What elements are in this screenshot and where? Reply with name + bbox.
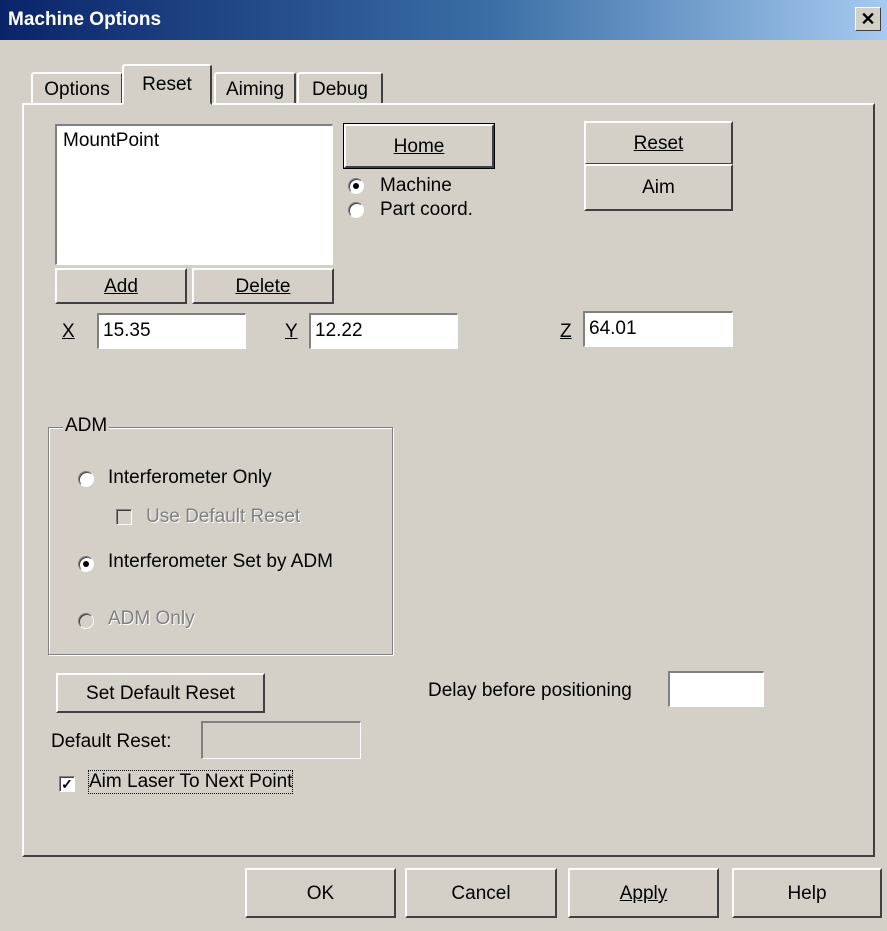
mount-point-list[interactable]: MountPoint — [55, 124, 333, 265]
use-default-reset-checkbox[interactable] — [116, 509, 132, 525]
aim-laser-label: Aim Laser To Next Point — [87, 770, 294, 794]
adm-group-title: ADM — [63, 415, 110, 437]
x-label: X — [62, 321, 75, 342]
adm-only-radio[interactable] — [78, 613, 94, 629]
tab-debug-label: Debug — [312, 79, 368, 100]
close-button[interactable]: ✕ — [855, 7, 881, 31]
aim-button[interactable]: Aim — [584, 164, 733, 211]
tab-aiming[interactable]: Aiming — [214, 72, 296, 105]
adm-group — [48, 427, 393, 655]
tab-reset[interactable]: Reset — [122, 64, 212, 105]
help-button[interactable]: Help — [732, 868, 882, 918]
list-item[interactable]: MountPoint — [63, 130, 326, 152]
apply-button-label: Apply — [619, 883, 668, 904]
z-input[interactable]: 64.01 — [583, 311, 733, 347]
cancel-button-label: Cancel — [451, 883, 511, 904]
tab-debug[interactable]: Debug — [297, 72, 383, 105]
reset-button[interactable]: Reset — [584, 121, 733, 165]
y-label: Y — [285, 321, 298, 342]
close-icon: ✕ — [860, 9, 876, 29]
ok-button[interactable]: OK — [245, 868, 396, 918]
ok-button-label: OK — [306, 883, 335, 904]
add-button-label: Add — [104, 276, 138, 297]
cancel-button[interactable]: Cancel — [405, 868, 557, 918]
radio-dot — [83, 561, 89, 567]
y-input[interactable]: 12.22 — [309, 313, 458, 349]
tab-reset-label: Reset — [142, 74, 192, 95]
aim-button-label: Aim — [642, 177, 675, 198]
aim-laser-checkbox[interactable]: ✓ — [59, 776, 75, 792]
add-button[interactable]: Add — [55, 268, 187, 304]
reset-button-label: Reset — [633, 133, 684, 154]
tab-aiming-label: Aiming — [225, 79, 285, 100]
radio-dot — [353, 183, 359, 189]
machine-radio[interactable] — [348, 178, 364, 194]
delay-label: Delay before positioning — [428, 680, 632, 701]
set-default-reset-label: Set Default Reset — [86, 683, 235, 704]
delete-button[interactable]: Delete — [192, 268, 334, 304]
part-coord-radio[interactable] — [348, 202, 364, 218]
part-coord-radio-label: Part coord. — [380, 199, 473, 220]
x-input[interactable]: 15.35 — [97, 313, 246, 349]
default-reset-field — [201, 721, 361, 759]
help-button-label: Help — [787, 883, 827, 904]
use-default-reset-label: Use Default Reset — [146, 506, 301, 527]
tab-options[interactable]: Options — [31, 72, 123, 105]
interferometer-set-by-adm-label: Interferometer Set by ADM — [108, 551, 333, 572]
active-tab-joint — [124, 102, 210, 106]
machine-radio-label: Machine — [380, 175, 452, 196]
delete-button-label: Delete — [235, 276, 291, 297]
default-reset-label: Default Reset: — [51, 731, 172, 752]
interferometer-only-label: Interferometer Only — [108, 467, 272, 488]
apply-button[interactable]: Apply — [568, 868, 719, 918]
tab-options-label: Options — [44, 79, 110, 100]
adm-only-label: ADM Only — [108, 608, 195, 629]
home-button-label: Home — [393, 136, 445, 157]
interferometer-set-by-adm-radio[interactable] — [78, 556, 94, 572]
delay-input[interactable] — [668, 671, 764, 707]
interferometer-only-radio[interactable] — [78, 471, 94, 487]
z-label: Z — [560, 321, 572, 342]
title-bar: Machine Options ✕ — [0, 0, 887, 40]
window-title: Machine Options — [8, 9, 162, 30]
checkmark-icon: ✓ — [61, 776, 73, 792]
home-button[interactable]: Home — [343, 123, 495, 169]
set-default-reset-button[interactable]: Set Default Reset — [56, 673, 265, 713]
